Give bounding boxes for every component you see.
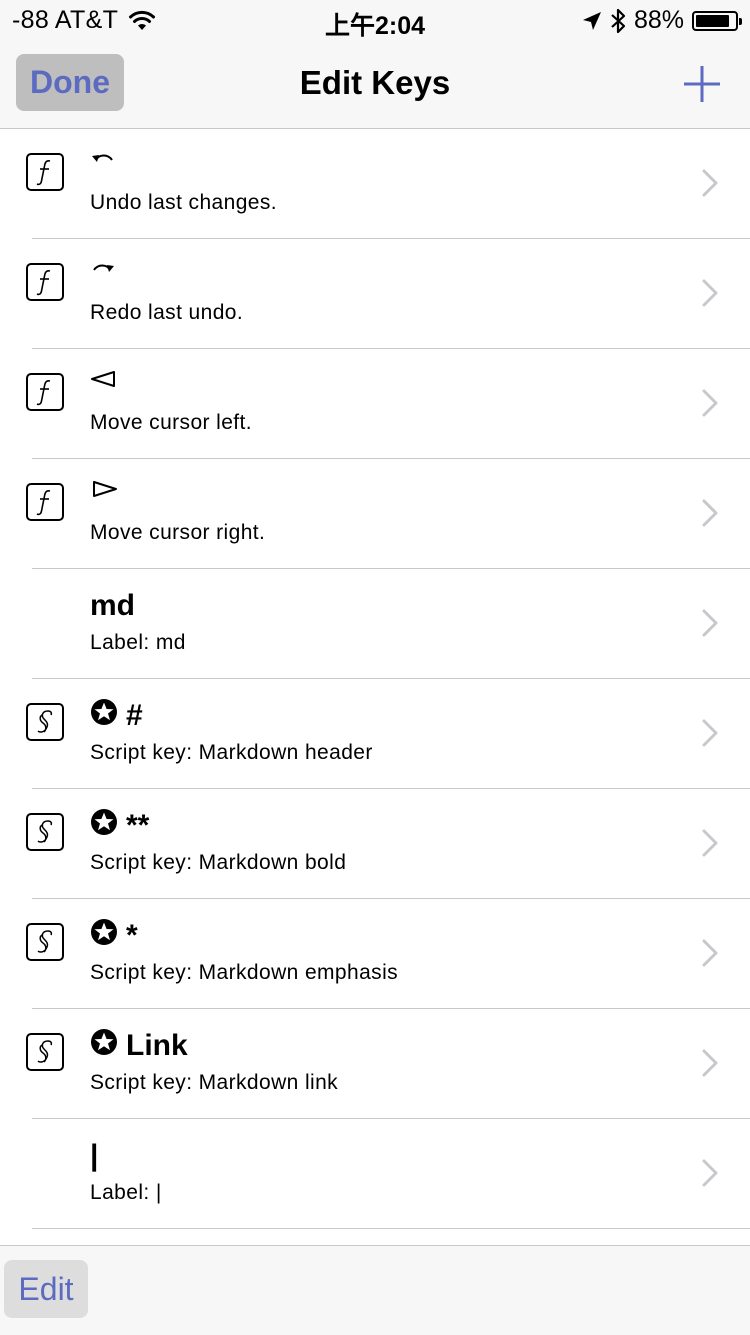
left-triangle-icon xyxy=(90,362,118,398)
battery-nub xyxy=(739,17,742,25)
battery-level xyxy=(696,14,729,27)
list-item-content: Link Script key: Markdown link xyxy=(0,1009,750,1118)
row-title: | xyxy=(90,1137,98,1173)
location-arrow-icon xyxy=(582,11,601,30)
chevron-right-icon xyxy=(702,939,718,967)
list-item[interactable]: Move cursor left. xyxy=(26,349,750,459)
list-item[interactable]: | Label: | xyxy=(32,1119,750,1229)
script-icon xyxy=(26,923,64,961)
list-item[interactable]: Redo last undo. xyxy=(26,239,750,349)
row-subtitle: Script key: Markdown bold xyxy=(90,851,347,874)
row-title xyxy=(90,367,118,403)
bluetooth-icon xyxy=(611,8,626,33)
edit-button[interactable]: Edit xyxy=(4,1260,88,1318)
list-item[interactable]: ** Script key: Markdown bold xyxy=(26,789,750,899)
keys-list: Undo last changes. Redo last undo. Move cu… xyxy=(0,129,750,1229)
list-item[interactable]: md Label: md xyxy=(32,569,750,679)
row-title: md xyxy=(90,587,135,623)
row-subtitle: Move cursor left. xyxy=(90,411,253,434)
battery-percent: 88% xyxy=(633,6,684,34)
status-right: 88% xyxy=(582,6,742,35)
row-subtitle: Label: | xyxy=(90,1181,162,1204)
list-item-content: Move cursor left. xyxy=(0,349,750,458)
list-item-content: * Script key: Markdown emphasis xyxy=(0,899,750,1008)
row-subtitle: Move cursor right. xyxy=(90,521,266,544)
add-key-button[interactable] xyxy=(680,62,724,106)
row-title-text: ** xyxy=(126,809,150,843)
chevron-right-icon xyxy=(702,499,718,527)
list-item-content: Move cursor right. xyxy=(0,459,750,568)
star-circle-icon xyxy=(90,698,118,735)
list-item[interactable]: # Script key: Markdown header xyxy=(26,679,750,789)
row-subtitle: Script key: Markdown link xyxy=(90,1071,339,1094)
row-subtitle: Script key: Markdown header xyxy=(90,741,373,764)
status-bar: -88 AT&T 上午2:04 88% xyxy=(0,0,750,40)
star-circle-icon xyxy=(90,808,118,845)
list-item-content: | Label: | xyxy=(0,1119,750,1228)
list-item-content: ** Script key: Markdown bold xyxy=(0,789,750,898)
row-title: Link xyxy=(90,1027,188,1063)
row-title xyxy=(90,477,118,513)
chevron-right-icon xyxy=(702,609,718,637)
row-title-text: * xyxy=(126,919,138,953)
function-icon xyxy=(26,263,64,301)
list-item[interactable]: Link Script key: Markdown link xyxy=(26,1009,750,1119)
chevron-right-icon xyxy=(702,1049,718,1077)
star-circle-icon xyxy=(90,1028,118,1065)
chevron-right-icon xyxy=(702,719,718,747)
row-title-text: md xyxy=(90,589,135,623)
star-circle-icon xyxy=(90,918,118,955)
list-item-content: md Label: md xyxy=(0,569,750,678)
row-title-text: Link xyxy=(126,1029,188,1063)
redo-arrow-icon xyxy=(90,252,116,288)
chevron-right-icon xyxy=(702,389,718,417)
row-title-text: # xyxy=(126,699,143,733)
script-icon xyxy=(26,703,64,741)
undo-arrow-icon xyxy=(90,142,116,178)
function-icon xyxy=(26,373,64,411)
row-subtitle: Label: md xyxy=(90,631,186,654)
row-subtitle: Script key: Markdown emphasis xyxy=(90,961,399,984)
list-item[interactable]: * Script key: Markdown emphasis xyxy=(26,899,750,1009)
function-icon xyxy=(26,153,64,191)
function-icon xyxy=(26,483,64,521)
script-icon xyxy=(26,813,64,851)
script-icon xyxy=(26,1033,64,1071)
navigation-bar: Done Edit Keys xyxy=(0,40,750,129)
list-item-content: Redo last undo. xyxy=(0,239,750,348)
row-subtitle: Redo last undo. xyxy=(90,301,244,324)
chevron-right-icon xyxy=(702,829,718,857)
battery-icon xyxy=(692,10,742,31)
list-item-content: Undo last changes. xyxy=(0,129,750,238)
right-triangle-icon xyxy=(90,472,118,508)
page-title: Edit Keys xyxy=(299,64,451,101)
bottom-toolbar: Edit xyxy=(0,1245,750,1335)
list-item[interactable]: Move cursor right. xyxy=(26,459,750,569)
chevron-right-icon xyxy=(702,279,718,307)
row-subtitle: Undo last changes. xyxy=(90,191,277,214)
chevron-right-icon xyxy=(702,1159,718,1187)
list-item-content: # Script key: Markdown header xyxy=(0,679,750,788)
row-title xyxy=(90,147,116,183)
chevron-right-icon xyxy=(702,169,718,197)
list-item[interactable]: Undo last changes. xyxy=(26,129,750,239)
row-title: # xyxy=(90,697,143,733)
row-title: * xyxy=(90,917,138,953)
row-title: ** xyxy=(90,807,149,843)
row-title xyxy=(90,257,116,293)
row-title-text: | xyxy=(90,1139,99,1173)
